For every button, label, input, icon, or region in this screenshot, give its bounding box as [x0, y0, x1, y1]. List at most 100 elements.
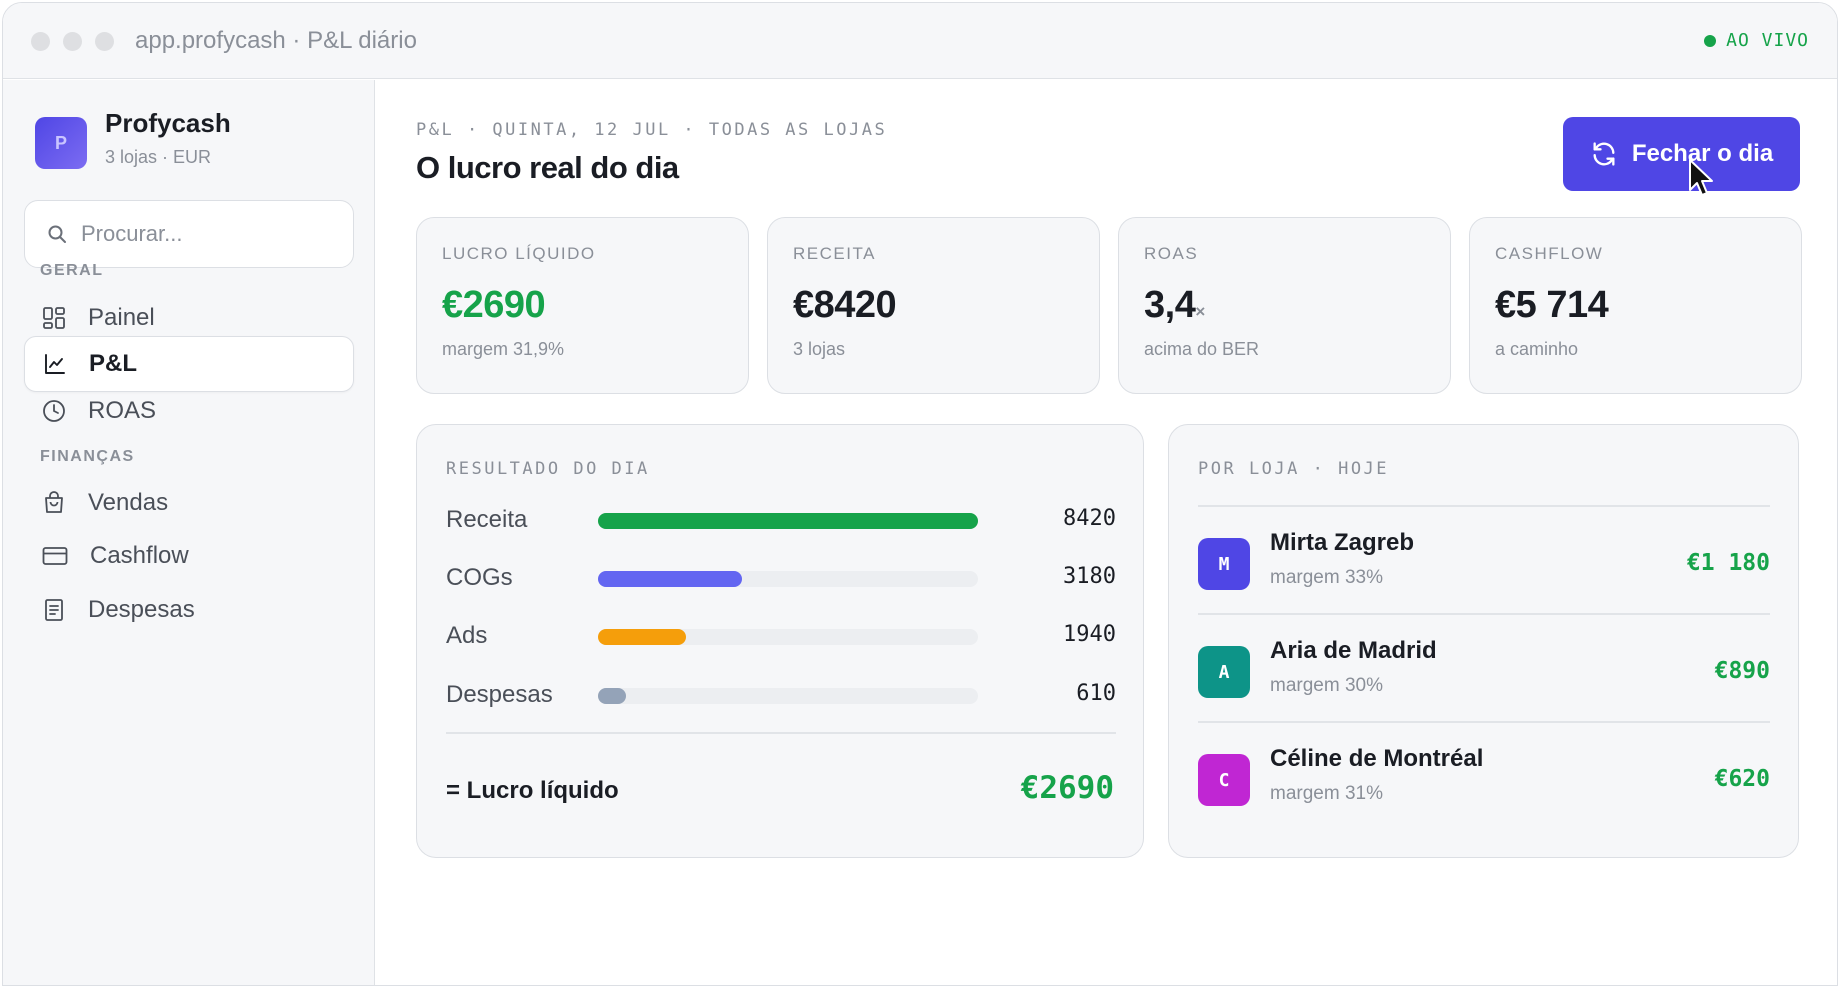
mouse-pointer-icon [1689, 159, 1713, 196]
brand-logo: P [35, 117, 87, 169]
window-title: app.profycash · P&L diário [135, 27, 417, 54]
store-amount: €620 [1714, 766, 1770, 792]
kpi-label: LUCRO LÍQUIDO [442, 244, 596, 263]
refresh-icon [1593, 142, 1615, 166]
result-bar-fill [598, 688, 626, 704]
total-value: €2690 [1020, 770, 1114, 806]
brand-subtitle: 3 lojas · EUR [105, 147, 212, 167]
page-kicker: P&L · QUINTA, 12 JUL · TODAS AS LOJAS [416, 120, 888, 140]
result-panel-title: RESULTADO DO DIA [446, 459, 650, 479]
credit-card-icon [42, 547, 68, 565]
clock-icon [43, 400, 65, 422]
sidebar-item-despesas[interactable]: Despesas [24, 582, 354, 638]
window-maximize-dot[interactable] [95, 32, 114, 51]
sidebar: P Profycash 3 lojas · EUR GERAL Painel P… [3, 80, 375, 985]
store-name: Céline de Montréal [1270, 745, 1484, 772]
result-row-receita: Receita 8420 [446, 500, 1116, 540]
result-row-label: COGs [446, 564, 513, 591]
kpi-label: CASHFLOW [1495, 244, 1604, 263]
window-minimize-dot[interactable] [63, 32, 82, 51]
sidebar-item-label: Painel [88, 304, 155, 331]
kpi-unit: × [1195, 302, 1205, 321]
search-icon [48, 225, 66, 243]
line-chart-icon [45, 354, 65, 374]
kpi-value: €5 714 [1495, 284, 1609, 326]
sidebar-item-vendas[interactable]: Vendas [24, 475, 354, 531]
kpi-label: ROAS [1144, 244, 1199, 263]
result-bar-fill [598, 513, 978, 529]
result-bar-track [598, 513, 978, 529]
result-divider [446, 732, 1116, 734]
total-label: = Lucro líquido [446, 777, 619, 804]
live-dot-icon [1704, 34, 1717, 47]
result-row-label: Despesas [446, 681, 553, 708]
kpi-sub: 3 lojas [793, 339, 846, 359]
kpi-value: €2690 [442, 284, 546, 326]
title-bar: app.profycash · P&L diário AO VIVO [3, 3, 1837, 79]
result-row-label: Receita [446, 506, 528, 533]
store-divider [1198, 613, 1770, 615]
result-row-label: Ads [446, 622, 488, 649]
store-amount: €890 [1714, 658, 1770, 684]
sidebar-item-label: ROAS [88, 397, 157, 424]
store-row-aria[interactable]: A Aria de Madrid margem 30% €890 [1198, 637, 1770, 707]
kpi-value: 3,4× [1144, 284, 1205, 326]
kpi-card-cashflow: CASHFLOW €5 714 a caminho [1469, 217, 1802, 394]
result-row-despesas: Despesas 610 [446, 675, 1116, 715]
sidebar-item-label: Despesas [88, 596, 195, 623]
close-day-button[interactable]: Fechar o dia [1563, 117, 1800, 191]
page-title: O lucro real do dia [416, 150, 679, 185]
result-bar-track [598, 688, 978, 704]
receipt-icon [45, 599, 63, 621]
app-window: app.profycash · P&L diário AO VIVO P Pro… [2, 2, 1838, 986]
result-bar-fill [598, 571, 742, 587]
store-avatar: A [1198, 646, 1250, 698]
brand-name: Profycash [105, 108, 231, 138]
dashboard-grid-icon [43, 307, 65, 329]
live-indicator: AO VIVO [1704, 30, 1809, 51]
result-row-ads: Ads 1940 [446, 616, 1116, 656]
store-avatar: C [1198, 754, 1250, 806]
result-row-value: 1940 [1063, 622, 1116, 647]
store-margin: margem 33% [1270, 567, 1383, 588]
nav-section-geral: GERAL [40, 262, 104, 279]
kpi-card-receita: RECEITA €8420 3 lojas [767, 217, 1100, 394]
store-divider [1198, 721, 1770, 723]
store-margin: margem 30% [1270, 675, 1383, 696]
kpi-label: RECEITA [793, 244, 876, 263]
sidebar-item-label: Cashflow [90, 542, 189, 569]
result-bar-fill [598, 629, 686, 645]
sidebar-item-label: Vendas [88, 489, 169, 516]
store-name: Mirta Zagreb [1270, 529, 1415, 556]
result-panel: RESULTADO DO DIA Receita 8420 COGs 3180 … [416, 424, 1144, 858]
result-bar-track [598, 571, 978, 587]
nav-section-financas: FINANÇAS [40, 448, 135, 465]
store-amount: €1 180 [1686, 550, 1770, 576]
kpi-sub: acima do BER [1144, 339, 1260, 359]
result-row-cogs: COGs 3180 [446, 558, 1116, 598]
result-row-value: 8420 [1063, 506, 1116, 531]
result-row-value: 3180 [1063, 564, 1116, 589]
sidebar-item-label: P&L [89, 350, 137, 377]
store-margin: margem 31% [1270, 783, 1383, 804]
sidebar-item-cashflow[interactable]: Cashflow [24, 528, 354, 584]
window-close-dot[interactable] [31, 32, 50, 51]
kpi-sub: margem 31,9% [442, 339, 565, 359]
sidebar-item-roas[interactable]: ROAS [24, 383, 354, 439]
stores-panel-title: POR LOJA · HOJE [1198, 459, 1390, 479]
kpi-sub: a caminho [1495, 339, 1579, 359]
store-name: Aria de Madrid [1270, 637, 1437, 664]
kpi-value: €8420 [793, 284, 897, 326]
search-input[interactable] [81, 221, 321, 247]
kpi-card-lucro: LUCRO LÍQUIDO €2690 margem 31,9% [416, 217, 749, 394]
shopping-bag-icon [45, 491, 63, 513]
stores-panel: POR LOJA · HOJE M Mirta Zagreb margem 33… [1168, 424, 1799, 858]
store-row-mirta[interactable]: M Mirta Zagreb margem 33% €1 180 [1198, 529, 1770, 599]
result-row-value: 610 [1076, 681, 1116, 706]
main-content: P&L · QUINTA, 12 JUL · TODAS AS LOJAS O … [376, 80, 1837, 985]
search-box[interactable] [24, 200, 354, 268]
store-avatar: M [1198, 538, 1250, 590]
live-label: AO VIVO [1726, 30, 1809, 51]
store-row-celine[interactable]: C Céline de Montréal margem 31% €620 [1198, 745, 1770, 815]
kpi-card-roas: ROAS 3,4× acima do BER [1118, 217, 1451, 394]
